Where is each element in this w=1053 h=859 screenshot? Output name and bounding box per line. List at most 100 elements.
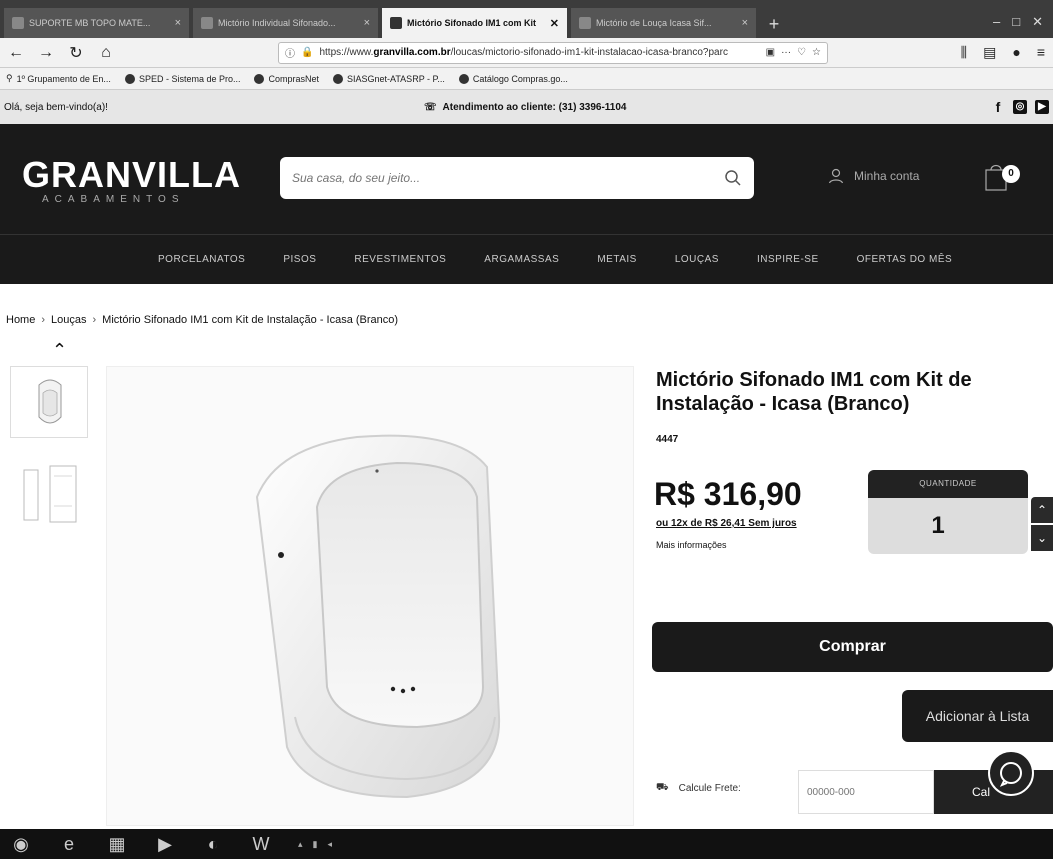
- volume-icon[interactable]: ◂: [327, 839, 332, 850]
- installment-info: ou 12x de R$ 26,41 Sem juros: [656, 518, 797, 529]
- technical-drawing-thumbnail-image: [23, 465, 77, 523]
- search-icon[interactable]: [724, 169, 742, 187]
- browser-tab-4[interactable]: Mictório de Louça Icasa Sif... ×: [571, 8, 756, 38]
- menu-item-revestimentos[interactable]: REVESTIMENTOS: [354, 254, 446, 265]
- tab-favicon-icon: [390, 17, 402, 29]
- tray-arrow-icon[interactable]: ▴: [298, 839, 303, 850]
- maximize-icon[interactable]: □: [1012, 14, 1020, 30]
- menu-item-argamassas[interactable]: ARGAMASSAS: [484, 254, 559, 265]
- reload-icon[interactable]: ↻: [68, 43, 84, 63]
- tab-favicon-icon: [579, 17, 591, 29]
- close-tab-icon[interactable]: ×: [742, 17, 748, 29]
- menu-item-loucas[interactable]: LOUÇAS: [675, 254, 719, 265]
- menu-item-ofertas[interactable]: OFERTAS DO MÊS: [857, 254, 953, 265]
- close-window-icon[interactable]: ✕: [1032, 14, 1043, 30]
- globe-icon: [124, 73, 135, 84]
- start-icon[interactable]: ◉: [10, 833, 32, 855]
- top-info-bar: Olá, seja bem-vindo(a)! ☏ Atendimento ao…: [0, 90, 1053, 124]
- system-tray: ▴ ▮ ◂: [298, 839, 332, 850]
- back-icon[interactable]: ←: [8, 44, 24, 62]
- quantity-increase-icon[interactable]: ⌃: [1031, 497, 1053, 523]
- search-bar: [280, 157, 754, 199]
- breadcrumb-home[interactable]: Home: [6, 314, 35, 326]
- site-logo[interactable]: GRANVILLA ACABAMENTOS: [22, 154, 241, 205]
- bookmark-item[interactable]: Catálogo Compras.go...: [458, 73, 568, 84]
- globe-icon: [333, 73, 343, 84]
- media-player-icon[interactable]: ▶: [154, 833, 176, 855]
- browser-tab-1[interactable]: SUPORTE MB TOPO MATE... ×: [4, 8, 189, 38]
- more-info-link[interactable]: Mais informações: [656, 540, 727, 550]
- quantity-box: QUANTIDADE 1: [868, 470, 1028, 554]
- url-text: https://www.granvilla.com.br/loucas/mict…: [319, 47, 728, 58]
- browser-tab-bar: SUPORTE MB TOPO MATE... × Mictório Indiv…: [0, 0, 1053, 38]
- product-main-image[interactable]: [106, 366, 634, 826]
- youtube-icon[interactable]: ▶: [1035, 100, 1049, 114]
- account-icon[interactable]: ●: [1012, 44, 1020, 61]
- cep-input[interactable]: [798, 770, 934, 814]
- thumbnail-up-arrow-icon[interactable]: ⌃: [52, 340, 67, 361]
- close-tab-icon[interactable]: ×: [364, 17, 370, 29]
- sidebar-icon[interactable]: ▤: [983, 44, 996, 61]
- quantity-label: QUANTIDADE: [868, 470, 1028, 498]
- buy-button[interactable]: Comprar: [652, 622, 1053, 672]
- globe-icon: [254, 73, 265, 84]
- product-thumbnail-2[interactable]: [10, 456, 88, 528]
- address-bar[interactable]: ⓘ 🔒 https://www.granvilla.com.br/loucas/…: [278, 41, 828, 64]
- library-icon[interactable]: ⫼: [961, 44, 967, 61]
- bookmark-star-icon[interactable]: ☆: [812, 47, 821, 58]
- phone-icon: ☏: [424, 101, 437, 113]
- browser-tab-2[interactable]: Mictório Individual Sifonado... ×: [193, 8, 378, 38]
- menu-item-pisos[interactable]: PISOS: [283, 254, 316, 265]
- instagram-icon[interactable]: ◎: [1013, 100, 1027, 114]
- bookmarks-bar: ⚲ 1º Grupamento de En... SPED - Sistema d…: [0, 68, 1053, 90]
- whatsapp-icon[interactable]: [988, 750, 1034, 796]
- lock-icon: 🔒: [301, 47, 314, 58]
- file-explorer-icon[interactable]: ▦: [106, 833, 128, 855]
- forward-icon[interactable]: →: [38, 44, 54, 62]
- quantity-decrease-icon[interactable]: ⌄: [1031, 525, 1053, 551]
- facebook-icon[interactable]: f: [991, 100, 1005, 114]
- quantity-value[interactable]: 1: [868, 498, 1028, 554]
- chevron-right-icon: ›: [41, 314, 46, 326]
- product-thumbnail-1[interactable]: [10, 366, 88, 438]
- search-input[interactable]: [292, 171, 724, 185]
- bookmark-item[interactable]: ComprasNet: [254, 73, 319, 84]
- tab-favicon-icon: [12, 17, 24, 29]
- chevron-right-icon: ›: [92, 314, 97, 326]
- product-sku: 4447: [656, 434, 679, 445]
- bookmark-item[interactable]: SPED - Sistema de Pro...: [124, 73, 240, 84]
- firefox-icon[interactable]: ◐: [202, 833, 224, 855]
- network-icon[interactable]: ▮: [313, 839, 318, 850]
- product-title: Mictório Sifonado IM1 com Kit de Instala…: [656, 369, 972, 415]
- minimize-icon[interactable]: –: [993, 14, 1000, 30]
- menu-item-inspire-se[interactable]: INSPIRE-SE: [757, 254, 819, 265]
- product-price: R$ 316,90: [654, 476, 802, 512]
- cart-button[interactable]: 0: [984, 162, 1020, 192]
- more-actions-icon[interactable]: ···: [781, 47, 791, 58]
- breadcrumb-current: Mictório Sifonado IM1 com Kit de Instala…: [102, 314, 399, 326]
- add-to-list-button[interactable]: Adicionar à Lista: [902, 690, 1053, 742]
- internet-explorer-icon[interactable]: e: [58, 833, 80, 855]
- close-tab-icon[interactable]: ×: [175, 17, 181, 29]
- account-label: Minha conta: [854, 169, 920, 183]
- menu-icon[interactable]: ≡: [1037, 44, 1045, 61]
- browser-tab-3[interactable]: Mictório Sifonado IM1 com Kit ✕: [382, 8, 567, 38]
- menu-item-metais[interactable]: METAIS: [597, 254, 636, 265]
- reader-view-icon[interactable]: ▣: [766, 47, 775, 58]
- bookmark-icon: ⚲: [6, 73, 13, 83]
- word-icon[interactable]: W: [250, 833, 272, 855]
- info-icon[interactable]: ⓘ: [285, 45, 295, 60]
- bookmark-item[interactable]: SIASGnet-ATASRP - P...: [333, 73, 445, 84]
- new-tab-button[interactable]: +: [760, 10, 788, 38]
- close-tab-icon[interactable]: ✕: [550, 17, 559, 30]
- bookmark-item[interactable]: ⚲ 1º Grupamento de En...: [6, 73, 111, 84]
- pocket-icon[interactable]: ♡: [797, 47, 806, 58]
- tab-title: SUPORTE MB TOPO MATE...: [29, 18, 151, 28]
- home-icon[interactable]: ⌂: [98, 44, 114, 62]
- shipping-label: Calcule Frete:: [678, 783, 741, 794]
- breadcrumb-category[interactable]: Louças: [51, 314, 86, 326]
- main-menu: PORCELANATOS PISOS REVESTIMENTOS ARGAMAS…: [0, 234, 1053, 284]
- welcome-text: Olá, seja bem-vindo(a)!: [4, 101, 108, 113]
- account-link[interactable]: Minha conta: [828, 168, 919, 184]
- menu-item-porcelanatos[interactable]: PORCELANATOS: [158, 254, 245, 265]
